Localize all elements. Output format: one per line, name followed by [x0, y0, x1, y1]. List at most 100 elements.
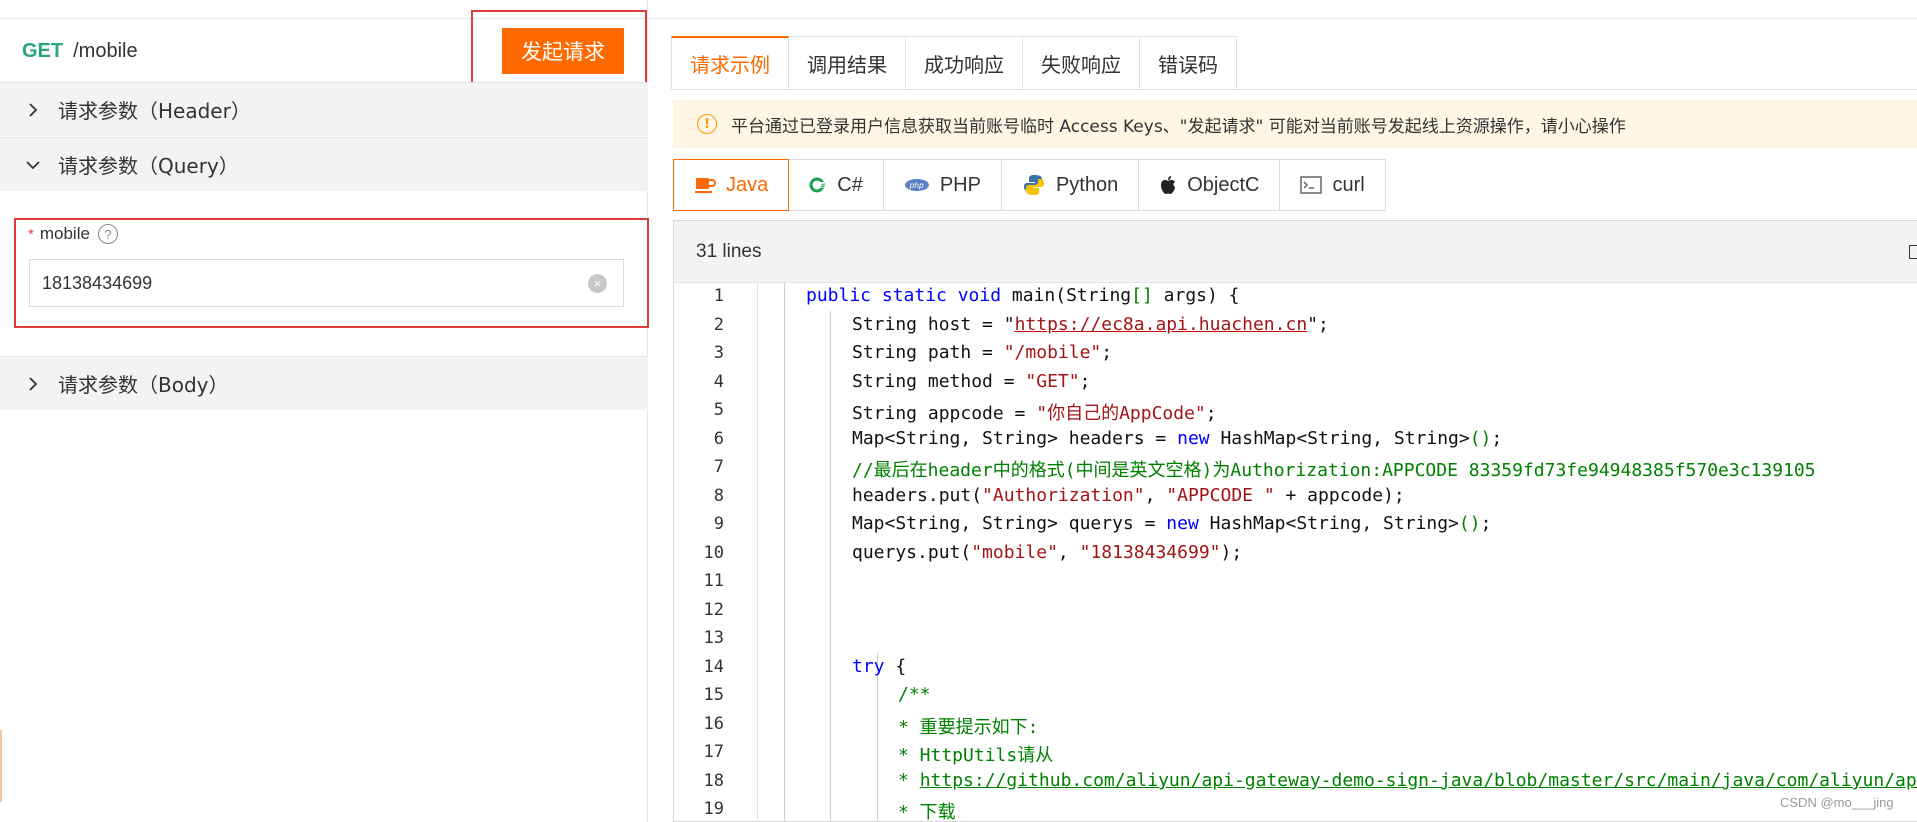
- code-token: ;: [1491, 428, 1503, 449]
- code-url[interactable]: https://ec8a.api.huachen.cn: [1015, 314, 1308, 335]
- send-request-button[interactable]: 发起请求: [502, 28, 624, 74]
- copy-icon[interactable]: [1909, 245, 1917, 259]
- code-token: new: [1166, 513, 1199, 534]
- code-token: "APPCODE ": [1166, 485, 1275, 506]
- tab-call-result[interactable]: 调用结果: [789, 36, 906, 90]
- code-token: ,: [1144, 485, 1167, 506]
- code-line: String appcode = "你自己的AppCode";: [852, 399, 1217, 425]
- code-token: String appcode =: [852, 403, 1037, 424]
- code-url[interactable]: https://github.com/aliyun/api-gateway-de…: [920, 770, 1917, 791]
- line-number: 19: [703, 799, 724, 819]
- line-number: 13: [703, 628, 724, 648]
- code-token: args) {: [1152, 285, 1240, 306]
- code-token: Map<String, String> querys =: [852, 513, 1167, 534]
- line-number: 2: [713, 315, 724, 335]
- terminal-icon: [1300, 176, 1323, 194]
- lang-label: Python: [1055, 173, 1119, 196]
- code-line: * 重要提示如下:: [898, 717, 1039, 738]
- code-header: 31 lines: [674, 221, 1917, 283]
- code-line: String host = "https://ec8a.api.huachen.…: [852, 314, 1329, 335]
- section-query-params[interactable]: 请求参数（Query）: [0, 137, 648, 191]
- line-gutter: 1 2 3 4 5 6 7 8 9 10 11 12 13 14 15 16 1…: [674, 283, 758, 822]
- java-cup-icon: [694, 175, 716, 195]
- section-query-label: 请求参数（Query）: [58, 154, 239, 178]
- code-line: Map<String, String> querys = new HashMap…: [852, 513, 1491, 534]
- line-number: 8: [713, 486, 724, 506]
- code-token: "/mobile": [1003, 342, 1102, 363]
- clear-icon[interactable]: ×: [588, 274, 607, 293]
- code-token: ;: [1101, 342, 1113, 363]
- section-body-params[interactable]: 请求参数（Body）: [0, 356, 648, 410]
- section-header-params[interactable]: 请求参数（Header）: [0, 82, 648, 136]
- indent-guide: [784, 283, 785, 822]
- code-token: (): [1458, 513, 1481, 534]
- code-token: ,: [1057, 542, 1080, 563]
- chevron-right-icon: [24, 375, 42, 393]
- param-mobile-label: * mobile ?: [28, 224, 118, 244]
- code-token: "mobile": [971, 542, 1058, 563]
- warning-icon: !: [697, 114, 717, 134]
- php-icon: php: [904, 178, 930, 192]
- language-tabs: Java # C# php PHP Python ObjectC curl: [673, 159, 1386, 211]
- code-viewer: 31 lines 1 2 3 4 5 6 7 8 9 10 11 12 13 1…: [673, 220, 1917, 822]
- line-number: 18: [703, 771, 724, 791]
- code-token: Map<String, String> headers =: [852, 428, 1178, 449]
- code-token: String host = ": [852, 314, 1015, 335]
- code-token: ;: [1205, 403, 1217, 424]
- section-body-label: 请求参数（Body）: [58, 373, 229, 397]
- lang-label: Java: [726, 173, 769, 196]
- code-token: {: [884, 656, 907, 677]
- code-token: try: [852, 656, 885, 677]
- question-circle-icon[interactable]: ?: [97, 224, 118, 244]
- line-number: 16: [703, 714, 724, 734]
- indent-guide: [830, 311, 831, 822]
- line-number: 11: [703, 571, 724, 591]
- tab-request-example[interactable]: 请求示例: [671, 36, 789, 90]
- code-line: querys.put("mobile", "18138434699");: [852, 542, 1242, 563]
- code-line: Map<String, String> headers = new HashMa…: [852, 428, 1502, 449]
- line-number: 17: [703, 742, 724, 762]
- code-line: String path = "/mobile";: [852, 342, 1112, 363]
- code-token: []: [1131, 285, 1153, 306]
- code-token: "GET": [1025, 371, 1080, 392]
- lang-tab-objectc[interactable]: ObjectC: [1139, 159, 1281, 211]
- line-number: 9: [713, 514, 724, 534]
- chevron-right-icon: [24, 101, 42, 119]
- code-line: String method = "GET";: [852, 371, 1090, 392]
- code-line: //最后在header中的格式(中间是英文空格)为Authorization:A…: [852, 460, 1816, 481]
- code-token: main(String: [1011, 285, 1132, 306]
- code-line: public static void main(String[] args) {: [806, 285, 1240, 306]
- lang-tab-csharp[interactable]: # C#: [789, 159, 884, 211]
- required-mark: *: [28, 225, 34, 243]
- code-token: "Authorization": [982, 485, 1145, 506]
- code-token: ;: [1480, 513, 1492, 534]
- line-number: 12: [703, 600, 724, 620]
- mobile-input[interactable]: [29, 259, 624, 307]
- line-number: 1: [713, 286, 724, 306]
- code-token: + appcode);: [1274, 485, 1405, 506]
- code-token: "你自己的AppCode": [1036, 403, 1206, 424]
- code-token: "18138434699": [1079, 542, 1221, 563]
- code-line: * 下载: [898, 802, 956, 822]
- code-line: try {: [852, 656, 906, 677]
- line-number: 7: [713, 457, 724, 477]
- code-line: * HttpUtils请从: [898, 745, 1054, 766]
- param-name: mobile: [39, 224, 90, 243]
- line-number: 14: [703, 657, 724, 677]
- tab-error-codes[interactable]: 错误码: [1140, 36, 1237, 90]
- tab-success-response[interactable]: 成功响应: [906, 36, 1023, 90]
- lang-tab-php[interactable]: php PHP: [883, 159, 1002, 211]
- tab-failure-response[interactable]: 失败响应: [1023, 36, 1140, 90]
- code-token: public static void: [806, 285, 1012, 306]
- lang-tab-curl[interactable]: curl: [1280, 159, 1386, 211]
- lang-tab-java[interactable]: Java: [673, 159, 790, 211]
- api-endpoint: GET /mobile: [22, 36, 138, 66]
- indent-guide: [877, 653, 878, 822]
- code-token: );: [1220, 542, 1243, 563]
- code-token: headers.put(: [852, 485, 983, 506]
- tabs-divider: [671, 89, 1917, 90]
- python-icon: [1022, 173, 1046, 197]
- lang-tab-python[interactable]: Python: [1001, 159, 1140, 211]
- lang-label: curl: [1332, 173, 1365, 196]
- top-divider: [649, 18, 1917, 19]
